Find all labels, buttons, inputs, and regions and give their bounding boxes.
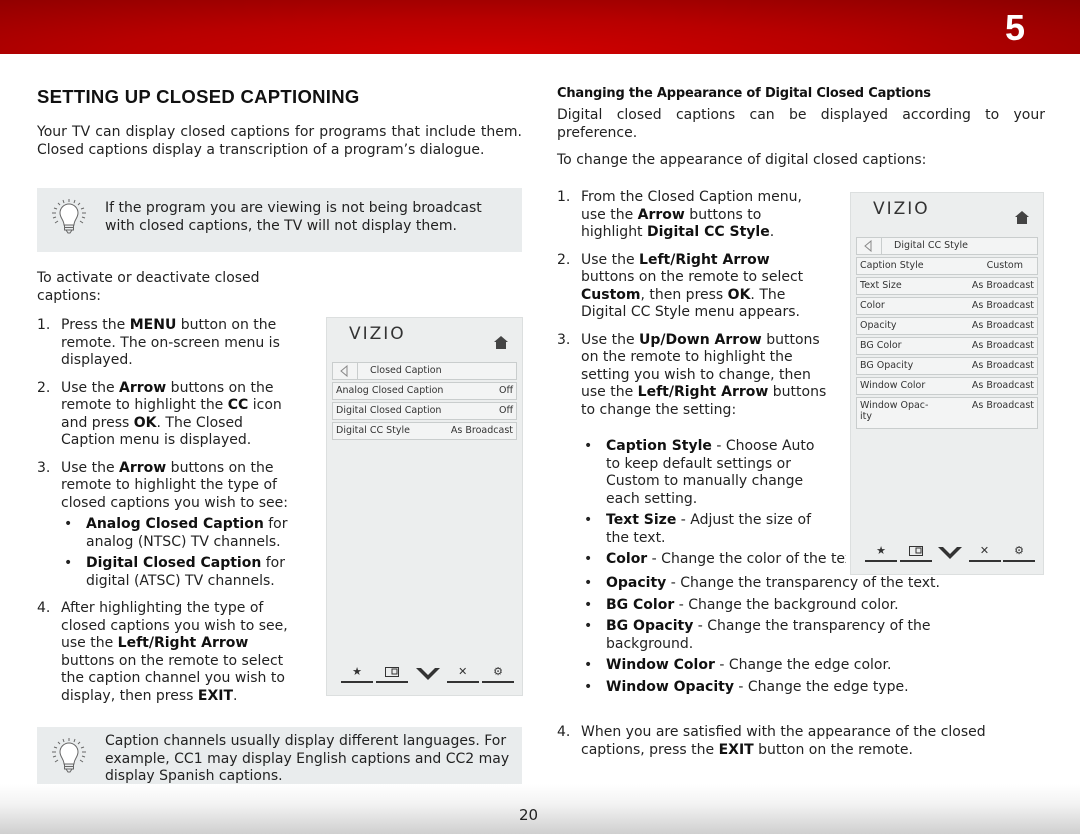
- menu-row[interactable]: Window Opac-ity As Broadcast: [856, 397, 1038, 429]
- bullet-bg-opacity: • BG Opacity - Change the transparency of…: [584, 618, 931, 652]
- close-icon[interactable]: ✕: [446, 665, 479, 683]
- footer-bar: [0, 784, 1080, 834]
- home-icon: [1015, 211, 1029, 224]
- bullet-caption-style: • Caption Style - Choose Auto to keep def…: [584, 438, 815, 507]
- menu-row[interactable]: Opacity As Broadcast: [856, 317, 1038, 335]
- menu-rows: Closed Caption Analog Closed Caption Off …: [332, 362, 517, 442]
- tip-text-1: If the program you are viewing is not be…: [105, 200, 482, 234]
- bullet-window-opacity: • Window Opacity - Change the edge type.: [584, 678, 909, 695]
- right-column: Changing the Appearance of Digital Close…: [557, 86, 1045, 170]
- step-1: 1. From the Closed Caption menu, use the…: [557, 189, 802, 240]
- menu-row[interactable]: BG Opacity As Broadcast: [856, 357, 1038, 375]
- back-arrow-icon[interactable]: [857, 238, 882, 254]
- menu-row[interactable]: BG Color As Broadcast: [856, 337, 1038, 355]
- picture-in-picture-icon[interactable]: [899, 544, 932, 562]
- vizio-v-icon[interactable]: [412, 665, 444, 681]
- activate-section: To activate or deactivate closed caption…: [37, 270, 297, 705]
- intro-paragraph: Your TV can display closed captions for …: [37, 124, 522, 158]
- menu-row[interactable]: Digital CC Style As Broadcast: [332, 422, 517, 440]
- bullet-analog: • Analog Closed Caption for analog (NTSC)…: [64, 516, 288, 550]
- vizio-v-icon[interactable]: [934, 544, 966, 560]
- tip-text-2: Caption channels usually display differe…: [105, 733, 510, 784]
- step-3: 3. Use the Arrow buttons on the remote t…: [37, 460, 297, 591]
- picture-in-picture-icon[interactable]: [376, 665, 409, 683]
- digital-cc-style-menu-screenshot: VIZIO Digital CC Style Caption Style Cust…: [850, 192, 1044, 575]
- appearance-steps-section: 1. From the Closed Caption menu, use the…: [557, 189, 827, 419]
- activate-steps: 1. Press the MENU button on the remote. …: [37, 317, 297, 705]
- star-icon[interactable]: ★: [865, 544, 897, 562]
- close-icon[interactable]: ✕: [968, 544, 1001, 562]
- menu-row[interactable]: Digital Closed Caption Off: [332, 402, 517, 420]
- bullet-digital: • Digital Closed Caption for digital (ATS…: [64, 555, 285, 589]
- appearance-steps: 1. From the Closed Caption menu, use the…: [557, 189, 827, 419]
- bullet-text-size: • Text Size - Adjust the size of the text…: [584, 512, 811, 546]
- step-2: 2. Use the Arrow buttons on the remote t…: [37, 379, 282, 449]
- activate-intro: To activate or deactivate closed caption…: [37, 270, 260, 304]
- tip-box-1: If the program you are viewing is not be…: [37, 188, 522, 252]
- step-2: 2. Use the Left/Right Arrow buttons on t…: [557, 251, 804, 321]
- menu-header-row: Digital CC Style: [856, 237, 1038, 255]
- step-1: 1. Press the MENU button on the remote. …: [37, 317, 280, 368]
- home-icon: [494, 336, 508, 349]
- step-3: 3. Use the Up/Down Arrow buttons on the …: [557, 331, 827, 418]
- menu-row[interactable]: Window Color As Broadcast: [856, 377, 1038, 395]
- menu-row[interactable]: Color As Broadcast: [856, 297, 1038, 315]
- final-step-section: 4. When you are satisfied with the appea…: [557, 724, 1037, 759]
- back-arrow-icon[interactable]: [333, 363, 358, 379]
- menu-row[interactable]: Text Size As Broadcast: [856, 277, 1038, 295]
- closed-caption-menu-screenshot: VIZIO Closed Caption Analog Closed Capti…: [326, 317, 523, 696]
- section-title: SETTING UP CLOSED CAPTIONING: [37, 86, 360, 107]
- bullet-color: • Color - Change the color of the text.: [584, 551, 846, 567]
- bullet-window-color: • Window Color - Change the edge color.: [584, 657, 892, 673]
- page-number: 20: [519, 806, 539, 824]
- menu-icon-bar: ★ ✕ ⚙: [341, 665, 514, 683]
- bullet-opacity: • Opacity - Change the transparency of th…: [584, 575, 941, 591]
- menu-row[interactable]: Caption Style Custom: [856, 257, 1038, 275]
- left-column: SETTING UP CLOSED CAPTIONING Your TV can…: [37, 86, 522, 159]
- lightbulb-icon: [52, 738, 86, 773]
- vizio-logo: VIZIO: [349, 324, 406, 344]
- right-intro: Digital closed captions can be displayed…: [557, 107, 1045, 141]
- change-intro: To change the appearance of digital clos…: [557, 152, 927, 168]
- step-4: 4. When you are satisfied with the appea…: [557, 724, 986, 758]
- chapter-number: 5: [1004, 7, 1025, 48]
- bullet-bg-color: • BG Color - Change the background color.: [584, 596, 899, 613]
- gear-icon[interactable]: ⚙: [1003, 544, 1035, 562]
- gear-icon[interactable]: ⚙: [482, 665, 514, 683]
- lightbulb-icon: [52, 199, 86, 234]
- chapter-header-bar: 5: [0, 0, 1080, 54]
- menu-rows: Digital CC Style Caption Style Custom Tex…: [856, 237, 1038, 431]
- menu-row[interactable]: Analog Closed Caption Off: [332, 382, 517, 400]
- menu-icon-bar: ★ ✕ ⚙: [865, 544, 1035, 562]
- step-4: 4. After highlighting the type of closed…: [37, 600, 288, 704]
- menu-header-row: Closed Caption: [332, 362, 517, 380]
- star-icon[interactable]: ★: [341, 665, 373, 683]
- vizio-logo: VIZIO: [873, 199, 930, 219]
- subsection-title: Changing the Appearance of Digital Close…: [557, 86, 931, 101]
- caption-type-list: • Analog Closed Caption for analog (NTSC)…: [61, 516, 297, 590]
